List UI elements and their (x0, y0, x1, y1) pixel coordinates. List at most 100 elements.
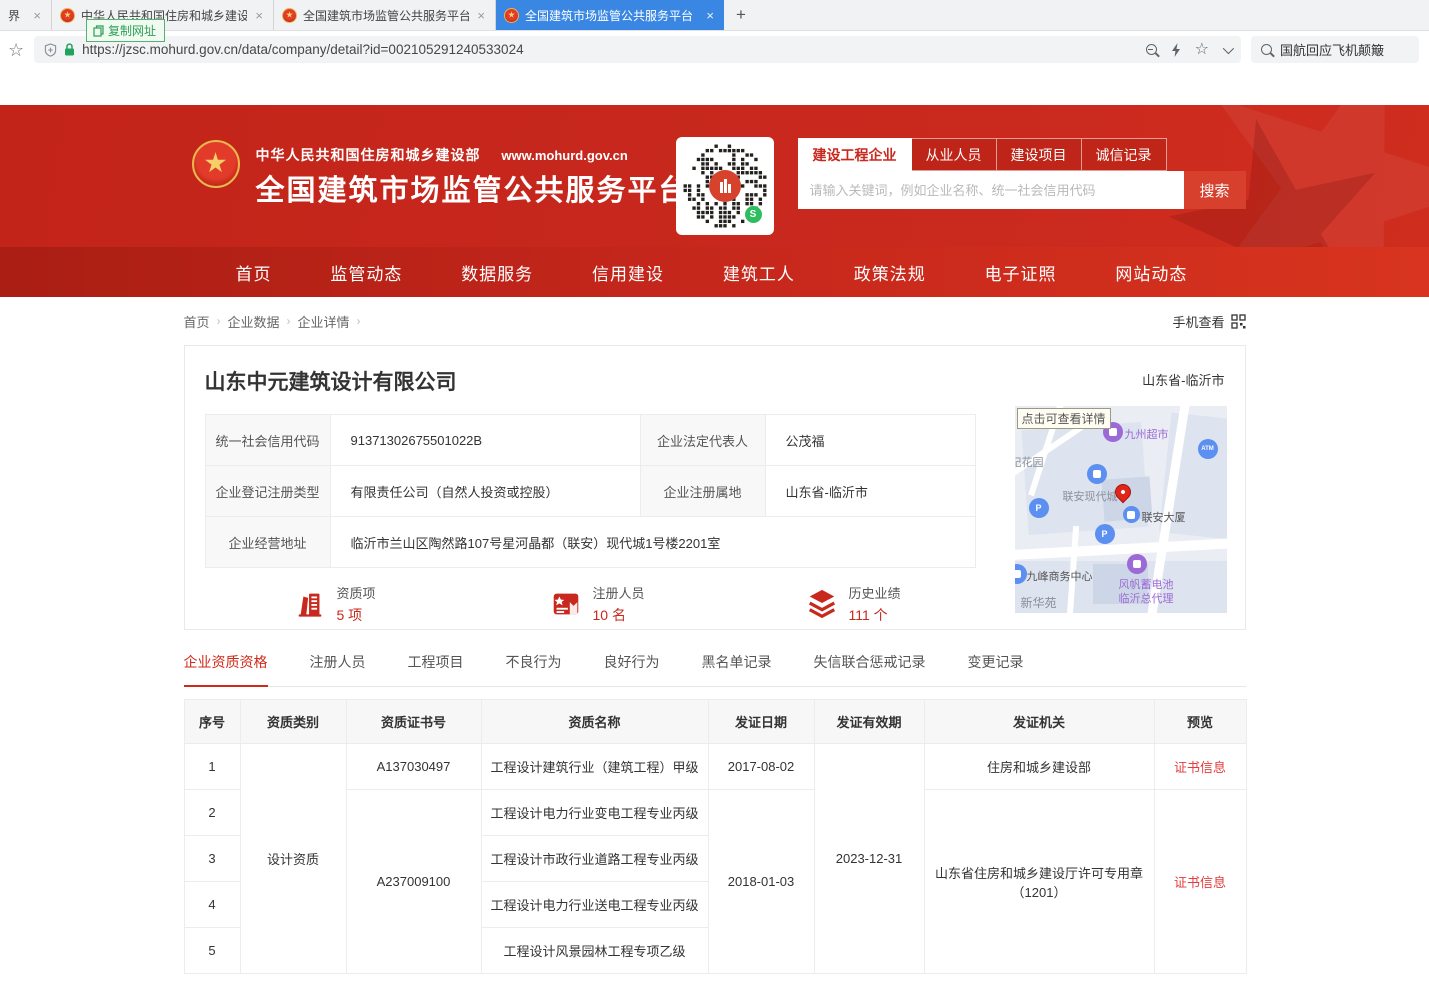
authority: 山东省住房和城乡建设厅许可专用章（1201） (924, 790, 1154, 974)
browser-tab-partial[interactable]: 界 × (0, 0, 52, 30)
breadcrumb: 首页› 企业数据› 企业详情› (184, 312, 361, 331)
browser-chrome: 界 × 中华人民共和国住房和城乡建设 × 全国建筑市场监管公共服务平台 × 全国… (0, 0, 1429, 68)
favorite-star-icon[interactable]: ☆ (1195, 42, 1209, 58)
address-label: 企业经营地址 (205, 517, 330, 568)
tab-bad-behavior[interactable]: 不良行为 (506, 652, 562, 686)
nav-home[interactable]: 首页 (236, 260, 272, 285)
zoom-out-icon[interactable] (1146, 44, 1157, 55)
copy-icon (93, 25, 104, 37)
stat-qualifications[interactable]: 资质项 5 项 (293, 583, 549, 625)
chevron-down-icon[interactable] (1223, 42, 1234, 53)
company-info-table: 统一社会信用代码 91371302675501022B 企业法定代表人 公茂福 … (205, 414, 976, 568)
map-label-battery-2: 临沂总代理 (1119, 590, 1174, 606)
map-label-xinhuayuan: 新华苑 (1021, 594, 1057, 611)
col-cert-no: 资质证书号 (346, 700, 481, 744)
col-issue-date: 发证日期 (708, 700, 814, 744)
mobile-view-label: 手机查看 (1172, 312, 1224, 331)
nav-site-news[interactable]: 网站动态 (1115, 260, 1187, 285)
search-tab-credit[interactable]: 诚信记录 (1082, 138, 1167, 171)
address-bar[interactable]: https://jzsc.mohurd.gov.cn/data/company/… (34, 36, 1241, 63)
credit-code-label: 统一社会信用代码 (205, 415, 330, 466)
tab-close-icon[interactable]: × (704, 8, 716, 23)
map-tooltip: 点击可查看详情 (1017, 408, 1111, 429)
browser-tab-jzsc-1[interactable]: 全国建筑市场监管公共服务平台 × (274, 0, 496, 30)
keyword-search-input[interactable] (798, 171, 1184, 209)
tab-close-icon[interactable]: × (253, 8, 265, 23)
quick-search-box[interactable]: 国航回应飞机颠簸 (1251, 36, 1419, 63)
browser-tab-strip: 界 × 中华人民共和国住房和城乡建设 × 全国建筑市场监管公共服务平台 × 全国… (0, 0, 1429, 31)
reg-region-value: 山东省-临沂市 (765, 466, 975, 517)
tab-projects[interactable]: 工程项目 (408, 652, 464, 686)
tab-good-behavior[interactable]: 良好行为 (604, 652, 660, 686)
bookmark-star-icon[interactable]: ☆ (8, 41, 24, 59)
ministry-name: 中华人民共和国住房和城乡建设部 (256, 147, 481, 163)
stat-label: 历史业绩 (849, 583, 901, 602)
tab-title: 全国建筑市场监管公共服务平台 (525, 7, 698, 24)
search-tab-project[interactable]: 建设项目 (997, 138, 1082, 171)
reg-region-label: 企业注册属地 (640, 466, 765, 517)
qualification-table-wrap: 序号 资质类别 资质证书号 资质名称 发证日期 发证有效期 发证机关 预览 1 … (184, 699, 1246, 974)
search-button[interactable]: 搜索 (1184, 171, 1246, 209)
tab-close-icon[interactable]: × (475, 8, 487, 23)
qual-name: 工程设计电力行业变电工程专业丙级 (481, 790, 708, 836)
reg-type-label: 企业登记注册类型 (205, 466, 330, 517)
search-tab-personnel[interactable]: 从业人员 (912, 138, 997, 171)
certificate-info-link[interactable]: 证书信息 (1174, 760, 1226, 775)
header-search: 建设工程企业 从业人员 建设项目 诚信记录 搜索 (798, 138, 1246, 209)
breadcrumb-separator: › (287, 314, 291, 328)
parking-marker-icon: P (1095, 524, 1115, 544)
nav-credit[interactable]: 信用建设 (592, 260, 664, 285)
new-tab-button[interactable]: + (724, 0, 758, 30)
tab-close-icon[interactable]: × (31, 8, 43, 23)
tab-title: 全国建筑市场监管公共服务平台 (303, 7, 469, 24)
table-header-row: 序号 资质类别 资质证书号 资质名称 发证日期 发证有效期 发证机关 预览 (184, 700, 1246, 744)
row-no: 2 (184, 790, 240, 836)
breadcrumb-company-detail[interactable]: 企业详情 (298, 312, 350, 331)
nav-data-service[interactable]: 数据服务 (461, 260, 533, 285)
row-no: 4 (184, 882, 240, 928)
url-toolbar: ☆ https://jzsc.mohurd.gov.cn/data/compan… (0, 31, 1429, 68)
stat-label: 注册人员 (593, 583, 645, 602)
search-icon (1261, 44, 1272, 55)
map-label-supermarket: 九州超市 (1125, 426, 1169, 442)
breadcrumb-company-data[interactable]: 企业数据 (228, 312, 280, 331)
nav-supervision[interactable]: 监管动态 (330, 260, 402, 285)
nav-policy[interactable]: 政策法规 (854, 260, 926, 285)
qual-name: 工程设计风景园林工程专项乙级 (481, 928, 708, 974)
browser-tab-jzsc-active[interactable]: 全国建筑市场监管公共服务平台 × (496, 0, 724, 30)
stat-value: 10 名 (593, 605, 645, 625)
tab-dishonesty-records[interactable]: 失信联合惩戒记录 (814, 652, 926, 686)
address-value: 临沂市兰山区陶然路107号星河晶都（联安）现代城1号楼2201室 (330, 517, 975, 568)
credit-code-value: 91371302675501022B (330, 415, 640, 466)
qual-name: 工程设计电力行业送电工程专业丙级 (481, 882, 708, 928)
qr-code-icon[interactable] (1231, 314, 1246, 329)
table-row: 1 设计资质 A137030497 工程设计建筑行业（建筑工程）甲级 2017-… (184, 744, 1246, 790)
legal-rep-label: 企业法定代表人 (640, 415, 765, 466)
tab-registered-personnel[interactable]: 注册人员 (310, 652, 366, 686)
nav-workers[interactable]: 建筑工人 (723, 260, 795, 285)
nav-e-license[interactable]: 电子证照 (985, 260, 1057, 285)
site-permission-shield-icon[interactable] (44, 43, 57, 57)
tab-qualifications[interactable]: 企业资质资格 (184, 652, 268, 687)
atm-marker-icon: ATM (1198, 439, 1218, 459)
tab-change-records[interactable]: 变更记录 (968, 652, 1024, 686)
certificate-info-link[interactable]: 证书信息 (1174, 875, 1226, 890)
quick-search-text[interactable]: 国航回应飞机颠簸 (1280, 40, 1384, 59)
tab-blacklist[interactable]: 黑名单记录 (702, 652, 772, 686)
cert-no: A237009100 (346, 790, 481, 974)
ministry-url: www.mohurd.gov.cn (501, 148, 627, 163)
copy-url-tooltip: 复制网址 (86, 19, 165, 42)
breadcrumb-separator: › (217, 314, 221, 328)
mobile-view[interactable]: 手机查看 (1172, 312, 1245, 331)
search-tab-enterprise[interactable]: 建设工程企业 (798, 138, 912, 171)
flash-icon[interactable] (1171, 43, 1181, 57)
breadcrumb-home[interactable]: 首页 (184, 312, 210, 331)
search-category-tabs: 建设工程企业 从业人员 建设项目 诚信记录 (798, 138, 1246, 171)
qual-name: 工程设计市政行业道路工程专业丙级 (481, 836, 708, 882)
qualification-table: 序号 资质类别 资质证书号 资质名称 发证日期 发证有效期 发证机关 预览 1 … (184, 699, 1247, 974)
url-text[interactable]: https://jzsc.mohurd.gov.cn/data/company/… (82, 42, 523, 57)
stat-registered-personnel[interactable]: 注册人员 10 名 (549, 583, 805, 625)
parking-marker-icon: P (1029, 498, 1049, 518)
location-map[interactable]: 点击可查看详情 九州超市 ATM 纪花园 联安现代城 联安大厦 P P 九峰商务… (1015, 406, 1227, 613)
company-name: 山东中元建筑设计有限公司 (205, 366, 1225, 396)
